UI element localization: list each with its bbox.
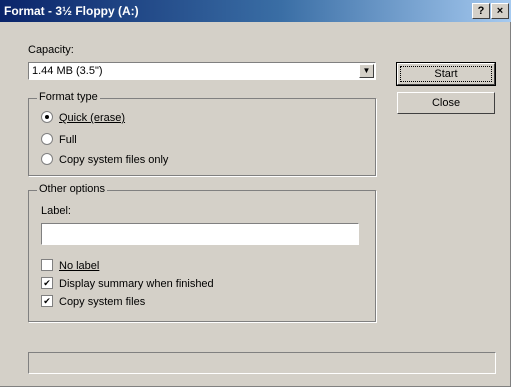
radio-quick[interactable]: Quick (erase): [41, 111, 125, 125]
title-bar: Format - 3½ Floppy (A:): [0, 0, 511, 22]
radio-copy-system-files-only-label: Copy system files only: [59, 154, 169, 166]
radio-unselected-icon: [41, 153, 53, 166]
window-title: Format - 3½ Floppy (A:): [4, 4, 139, 18]
checkmark-icon: ✔: [41, 295, 53, 308]
label-input[interactable]: [41, 223, 359, 245]
radio-copy-system-files-only[interactable]: Copy system files only: [41, 153, 168, 167]
other-options-group: Other options Label: No label ✔ Display s…: [28, 183, 376, 322]
start-button-label: Start: [400, 66, 492, 82]
checkbox-display-summary[interactable]: ✔ Display summary when finished: [41, 277, 214, 291]
radio-full-label: Full: [59, 134, 77, 146]
close-button-label: Close: [431, 97, 461, 109]
capacity-select[interactable]: 1.44 MB (3.5") ▼: [28, 62, 376, 80]
radio-full[interactable]: Full: [41, 133, 77, 147]
capacity-label: Capacity:: [28, 44, 74, 56]
help-button[interactable]: ?: [472, 3, 490, 19]
label-field-label: Label:: [41, 205, 71, 217]
close-window-button[interactable]: ×: [491, 3, 509, 19]
other-options-legend: Other options: [37, 183, 108, 195]
checkbox-no-label[interactable]: No label: [41, 259, 99, 273]
checkbox-display-summary-label: Display summary when finished: [59, 278, 214, 290]
checkmark-icon: ✔: [41, 277, 53, 290]
capacity-value: 1.44 MB (3.5"): [32, 65, 103, 77]
dropdown-arrow-icon[interactable]: ▼: [359, 64, 374, 78]
checkbox-copy-system-files[interactable]: ✔ Copy system files: [41, 295, 145, 309]
checkbox-unchecked-icon: [41, 259, 53, 272]
start-button[interactable]: Start: [396, 62, 496, 86]
radio-quick-label: Quick (erase): [59, 112, 126, 124]
format-type-group: Format type Quick (erase) Full Copy syst…: [28, 91, 376, 176]
radio-selected-icon: [41, 111, 53, 124]
checkbox-no-label-label: No label: [59, 260, 100, 272]
format-dialog: Format - 3½ Floppy (A:) ? × Capacity: 1.…: [0, 0, 511, 387]
format-type-legend: Format type: [37, 91, 100, 103]
close-button[interactable]: Close: [397, 92, 495, 114]
checkbox-copy-system-files-label: Copy system files: [59, 296, 146, 308]
progress-bar: [28, 352, 496, 374]
radio-unselected-icon: [41, 133, 53, 146]
